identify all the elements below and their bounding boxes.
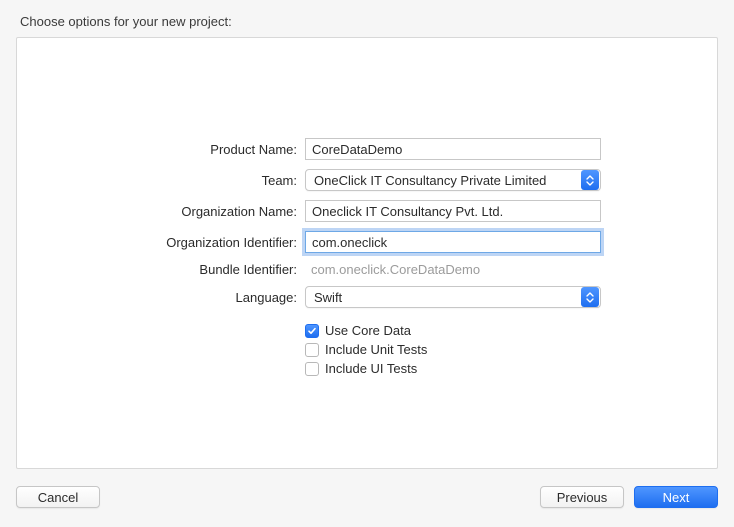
team-popup-value: OneClick IT Consultancy Private Limited bbox=[314, 173, 546, 188]
footer: Cancel Previous Next bbox=[16, 483, 718, 511]
checkbox-label: Include Unit Tests bbox=[325, 342, 427, 357]
organization-identifier-input[interactable] bbox=[305, 231, 601, 253]
language-popup-value: Swift bbox=[314, 290, 342, 305]
checkbox-icon bbox=[305, 343, 319, 357]
options-panel: Product Name: Team: OneClick IT Consulta… bbox=[16, 37, 718, 469]
new-project-options-sheet: Choose options for your new project: Pro… bbox=[0, 0, 734, 527]
cancel-button[interactable]: Cancel bbox=[16, 486, 100, 508]
team-popup[interactable]: OneClick IT Consultancy Private Limited bbox=[305, 169, 601, 191]
footer-right: Previous Next bbox=[540, 486, 718, 508]
organization-name-input[interactable] bbox=[305, 200, 601, 222]
team-label: Team: bbox=[17, 173, 297, 188]
checkbox-group: Use Core Data Include Unit Tests Include… bbox=[305, 323, 601, 376]
next-button[interactable]: Next bbox=[634, 486, 718, 508]
sheet-header: Choose options for your new project: bbox=[20, 14, 718, 29]
bundle-identifier-value: com.oneclick.CoreDataDemo bbox=[305, 262, 601, 277]
bundle-identifier-label: Bundle Identifier: bbox=[17, 262, 297, 277]
checkbox-icon bbox=[305, 324, 319, 338]
checkbox-icon bbox=[305, 362, 319, 376]
options-form: Product Name: Team: OneClick IT Consulta… bbox=[17, 138, 717, 376]
updown-arrows-icon bbox=[581, 287, 599, 307]
language-label: Language: bbox=[17, 290, 297, 305]
use-core-data-checkbox[interactable]: Use Core Data bbox=[305, 323, 601, 338]
previous-button[interactable]: Previous bbox=[540, 486, 624, 508]
product-name-input[interactable] bbox=[305, 138, 601, 160]
organization-identifier-label: Organization Identifier: bbox=[17, 235, 297, 250]
include-unit-tests-checkbox[interactable]: Include Unit Tests bbox=[305, 342, 601, 357]
updown-arrows-icon bbox=[581, 170, 599, 190]
product-name-label: Product Name: bbox=[17, 142, 297, 157]
organization-name-label: Organization Name: bbox=[17, 204, 297, 219]
checkbox-label: Use Core Data bbox=[325, 323, 411, 338]
checkbox-label: Include UI Tests bbox=[325, 361, 417, 376]
include-ui-tests-checkbox[interactable]: Include UI Tests bbox=[305, 361, 601, 376]
language-popup[interactable]: Swift bbox=[305, 286, 601, 308]
